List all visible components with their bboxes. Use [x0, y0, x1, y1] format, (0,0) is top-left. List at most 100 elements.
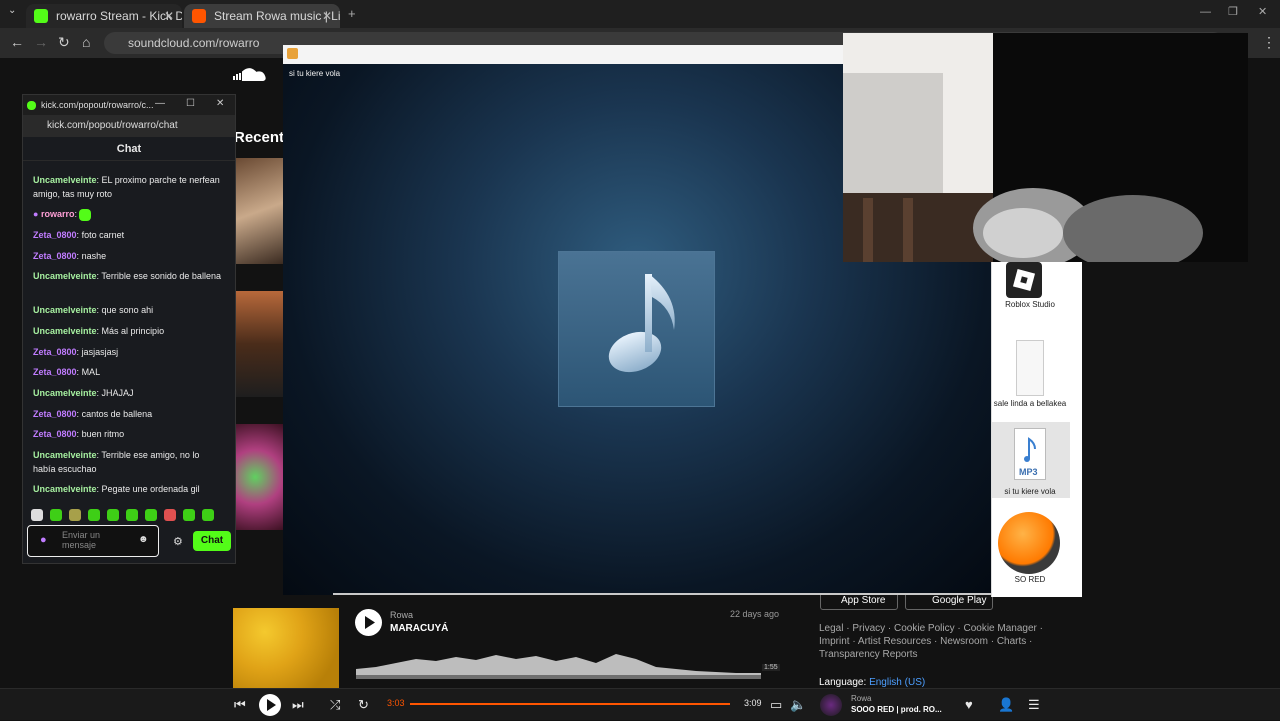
- chat-send-button[interactable]: Chat: [193, 531, 231, 551]
- waveform[interactable]: [356, 645, 776, 685]
- maximize-icon[interactable]: ❐: [1228, 5, 1238, 18]
- close-tab-icon[interactable]: ✕: [322, 9, 332, 23]
- chat-username[interactable]: Uncamelveinte: [33, 305, 97, 315]
- emote-icon[interactable]: [126, 509, 138, 521]
- follow-user-icon[interactable]: 👤: [998, 697, 1014, 713]
- forward-icon[interactable]: →: [34, 34, 48, 50]
- maximize-icon[interactable]: ☐: [186, 98, 195, 109]
- emoji-picker-icon[interactable]: ☻: [138, 534, 149, 545]
- chat-text: que sono ahi: [101, 305, 154, 315]
- reload-icon[interactable]: ↻: [58, 34, 70, 51]
- cast-icon[interactable]: ▭: [770, 697, 782, 713]
- footer-links[interactable]: Legal · Privacy · Cookie Policy · Cookie…: [819, 622, 1043, 661]
- desktop-icon-label[interactable]: si tu kiere vola: [992, 487, 1068, 497]
- kick-chat-popout: kick.com/popout/rowarro/c... — ☐ ✕ kick.…: [22, 94, 236, 564]
- tab-search-icon[interactable]: ⌄: [8, 5, 16, 16]
- close-tab-icon[interactable]: ✕: [164, 9, 174, 23]
- chat-title: Chat: [116, 143, 142, 155]
- chat-text: nashe: [81, 251, 107, 261]
- emote-icon[interactable]: [183, 509, 195, 521]
- chat-username[interactable]: Zeta_0800: [33, 409, 77, 419]
- minimize-icon[interactable]: —: [1200, 6, 1211, 18]
- emote-icon[interactable]: [50, 509, 62, 521]
- chat-message: Zeta_0800: jasjasjasj: [33, 347, 119, 357]
- desktop-icon-label[interactable]: SO RED: [992, 575, 1068, 585]
- chat-username[interactable]: Uncamelveinte: [33, 271, 97, 281]
- emote-icon[interactable]: [145, 509, 157, 521]
- chat-username[interactable]: Uncamelveinte: [33, 484, 97, 494]
- track-title[interactable]: MARACUYÁ: [390, 623, 448, 634]
- track-artist[interactable]: Rowa: [390, 610, 413, 620]
- queue-icon[interactable]: ☰: [1028, 697, 1040, 713]
- chat-settings-icon[interactable]: ⚙: [173, 535, 183, 548]
- next-icon[interactable]: ⏭: [292, 697, 304, 713]
- language-link[interactable]: English (US): [869, 677, 925, 688]
- desktop-icon-label[interactable]: sale linda a bellakea: [992, 399, 1068, 409]
- chat-username[interactable]: Zeta_0800: [33, 347, 77, 357]
- tab-soundcloud[interactable]: Stream Rowa music | Listen to s ✕: [184, 4, 340, 28]
- mod-badge-icon: ●: [33, 209, 39, 219]
- shuffle-icon[interactable]: ⤮: [330, 697, 340, 713]
- now-playing-artist[interactable]: Rowa: [851, 694, 871, 703]
- now-playing-track[interactable]: SOOO RED | prod. RO...: [851, 705, 942, 714]
- track-posted: 22 days ago: [730, 609, 780, 619]
- play-pause-button[interactable]: [259, 694, 281, 716]
- close-window-icon[interactable]: ✕: [1258, 5, 1267, 18]
- minimize-icon[interactable]: —: [155, 98, 165, 109]
- chat-message: Zeta_0800: cantos de ballena: [33, 409, 153, 419]
- close-icon[interactable]: ✕: [216, 98, 224, 109]
- new-tab-button[interactable]: +: [348, 6, 356, 21]
- recent-thumb[interactable]: [236, 158, 284, 264]
- chat-username[interactable]: Uncamelveinte: [33, 450, 97, 460]
- emote-icon: [79, 208, 92, 221]
- footer-line[interactable]: Transparency Reports: [819, 648, 1043, 661]
- chat-username[interactable]: Zeta_0800: [33, 367, 77, 377]
- text-file-icon[interactable]: [1016, 340, 1044, 396]
- recent-thumb[interactable]: [236, 291, 284, 397]
- chat-text: buen ritmo: [81, 429, 125, 439]
- chat-username[interactable]: Zeta_0800: [33, 251, 77, 261]
- mic-icon[interactable]: ●: [40, 534, 47, 546]
- now-playing-artwork[interactable]: [820, 694, 842, 716]
- chat-username[interactable]: Zeta_0800: [33, 429, 77, 439]
- chat-message: Zeta_0800: buen ritmo: [33, 429, 125, 439]
- chat-input[interactable]: ● Enviar un mensaje ☻: [27, 525, 159, 557]
- footer-line[interactable]: Legal · Privacy · Cookie Policy · Cookie…: [819, 622, 1043, 635]
- footer-line[interactable]: Imprint · Artist Resources · Newsroom · …: [819, 635, 1043, 648]
- soundcloud-logo-icon[interactable]: [232, 68, 270, 81]
- volume-icon[interactable]: 🔈: [790, 697, 806, 713]
- recent-thumb[interactable]: [236, 424, 284, 530]
- back-icon[interactable]: ←: [10, 34, 24, 50]
- player-seekbar[interactable]: [333, 593, 991, 595]
- emote-icon[interactable]: [202, 509, 214, 521]
- player-titlebar: [283, 45, 843, 64]
- previous-icon[interactable]: ⏮: [234, 697, 246, 713]
- emote-icon[interactable]: [107, 509, 119, 521]
- mp3-file-icon[interactable]: MP3: [1014, 428, 1046, 480]
- chat-username[interactable]: Uncamelveinte: [33, 388, 97, 398]
- desktop-icon-label[interactable]: Roblox Studio: [992, 300, 1068, 310]
- repeat-icon[interactable]: ↻: [358, 697, 369, 713]
- emote-icon[interactable]: [88, 509, 100, 521]
- webcam-overlay: [843, 33, 1248, 262]
- chat-username[interactable]: Zeta_0800: [33, 230, 77, 240]
- emote-icon[interactable]: [31, 509, 43, 521]
- emote-icon[interactable]: [164, 509, 176, 521]
- track-artwork[interactable]: [233, 608, 339, 688]
- track-duration: 1:55: [762, 664, 780, 671]
- chat-message: Uncamelveinte: Pegate une ordenada gil: [33, 484, 200, 494]
- like-icon[interactable]: ♥: [965, 697, 973, 712]
- browser-menu-icon[interactable]: ⋮: [1262, 34, 1276, 51]
- emote-icon[interactable]: [69, 509, 81, 521]
- chat-username[interactable]: Uncamelveinte: [33, 326, 97, 336]
- chat-username[interactable]: rowarro: [41, 209, 75, 219]
- popout-url: kick.com/popout/rowarro/chat: [47, 120, 178, 131]
- chat-username[interactable]: Uncamelveinte: [33, 175, 97, 185]
- roblox-studio-icon[interactable]: [1006, 262, 1042, 298]
- tab-kick[interactable]: rowarro Stream - Kick Dashboar ✕: [26, 4, 182, 28]
- home-icon[interactable]: ⌂: [82, 34, 90, 50]
- progress-bar[interactable]: [410, 703, 730, 705]
- webcam-feed-graphic: [843, 33, 1248, 262]
- fl-studio-icon[interactable]: [998, 512, 1060, 574]
- track-play-button[interactable]: [355, 609, 382, 636]
